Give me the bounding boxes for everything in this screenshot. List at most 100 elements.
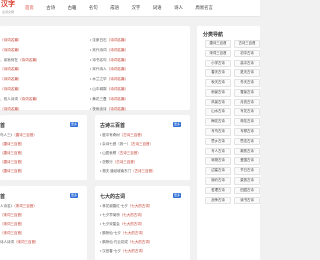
list-item[interactable]: （唐诗三百首） — [0, 142, 37, 151]
section-title: 首 — [0, 123, 6, 129]
featured-poems-left: （诗词名篇） （诗词名篇） ，亲翁何在（诗词名篇） （诗词名篇） （诗词名篇） … — [0, 38, 40, 116]
category-button[interactable]: 读书古诗 — [234, 196, 260, 205]
list-item[interactable]: • 鹊桥仙·七夕（七大的古词） — [100, 231, 152, 240]
category-button[interactable]: 节日古诗 — [234, 167, 260, 175]
category-button[interactable]: 思念古诗 — [234, 137, 260, 146]
list-item[interactable]: 诗人诗词（宋词三百首） — [0, 240, 39, 249]
category-button[interactable]: 写柳古诗 — [234, 128, 260, 136]
list-item[interactable]: （诗词名篇） — [0, 87, 40, 97]
category-button[interactable]: 咏物古诗 — [205, 157, 231, 165]
category-button[interactable]: 战争古诗 — [205, 196, 231, 205]
list-item[interactable]: （唐诗三百首） — [0, 160, 37, 169]
more-button[interactable]: 更多 — [70, 122, 79, 127]
more-button[interactable]: 更多 — [173, 193, 182, 198]
category-button[interactable]: 思乡古诗 — [205, 137, 231, 146]
list-item[interactable]: • 山中城郭（诗词名篇） — [90, 87, 128, 97]
category-button[interactable]: 哲理古诗 — [205, 186, 231, 195]
poem-list: 人诗名》（宋词三百首） （宋词三百首） （宋词三百首） （宋词三百首） 诗人诗词… — [0, 204, 39, 249]
category-button[interactable]: 田园古诗 — [234, 186, 260, 195]
list-item[interactable]: （宋词三百首） — [0, 213, 39, 222]
list-item[interactable]: • 湘夫 道经城南东门（古诗三百首） — [100, 169, 156, 178]
category-button[interactable]: 宋词三百首 — [205, 49, 231, 58]
nav-home[interactable]: 首页 — [25, 5, 34, 11]
category-button[interactable]: 春天古诗 — [205, 69, 231, 77]
poem-list: • 庭中有奇树（古诗三百首） • 杂诗七首（其一）（古诗三百首） • 山居秋暝（… — [100, 133, 156, 178]
category-button[interactable]: 婉约古诗 — [205, 176, 231, 185]
category-button[interactable]: 写鸟古诗 — [205, 128, 231, 136]
nav-words[interactable]: 词语 — [153, 5, 162, 11]
nav-characters[interactable]: 汉字 — [131, 5, 140, 11]
list-item[interactable]: （宋词三百首） — [0, 222, 39, 231]
category-button[interactable]: 边塞古诗 — [205, 167, 231, 175]
list-item[interactable]: • 山居秋暝（古诗三百首） — [100, 151, 156, 160]
featured-poems-card: （诗词名篇） （诗词名篇） ，亲翁何在（诗词名篇） （诗词名篇） （诗词名篇） … — [0, 26, 190, 111]
list-item[interactable]: • 鹊桥仙·巧云初成（七大的古词） — [100, 240, 152, 249]
more-button[interactable]: 更多 — [173, 122, 182, 127]
list-item[interactable]: • 诗书名句（诗词名篇） — [90, 58, 128, 68]
list-item[interactable]: • 沈家白石（诗词名篇） — [90, 38, 128, 48]
list-item[interactable]: • 木兰之华（诗词名篇） — [90, 77, 128, 87]
list-item[interactable]: • 七夕早菊桥（七大的古词） — [100, 213, 152, 222]
category-button[interactable]: 写花古诗 — [234, 108, 260, 117]
category-button[interactable]: 豪放古诗 — [234, 176, 260, 185]
category-navigation: 分类导航 唐诗三百首 古诗三百首 宋词三百首 初中古诗 小学古诗 高中古诗 春天… — [197, 26, 260, 260]
list-item[interactable]: （唐诗三百首） — [0, 169, 37, 178]
list-item[interactable]: • 宋代诗人（诗词名篇） — [90, 67, 128, 77]
category-button[interactable]: 梅花古诗 — [205, 118, 231, 126]
list-item[interactable]: ，亲翁何在（诗词名篇） — [0, 58, 40, 68]
list-item[interactable]: • 庭中有奇树（古诗三百首） — [100, 133, 156, 142]
category-button[interactable]: 雨景古诗 — [205, 88, 231, 97]
featured-poems-right: • 沈家白石（诗词名篇） • 宋代诗词（诗词名篇） • 诗书名句（诗词名篇） •… — [90, 38, 128, 116]
category-button[interactable]: 山水古诗 — [205, 108, 231, 117]
category-button[interactable]: 离别古诗 — [234, 147, 260, 156]
category-button[interactable]: 风景古诗 — [205, 98, 231, 107]
list-item[interactable]: （诗词名篇） — [0, 48, 40, 58]
nav-zhouyi-quotes[interactable]: 周易名言 — [195, 5, 213, 11]
category-button[interactable]: 夏天古诗 — [234, 69, 260, 77]
list-item[interactable]: • 黄花三叠（诗词名篇） — [90, 97, 128, 107]
poem-list: 鸟人三》（唐诗三百首） （唐诗三百首） （唐诗三百首） （唐诗三百首） （唐诗三… — [0, 133, 37, 178]
list-item[interactable]: • 七夕双星会（七大的古词） — [100, 222, 152, 231]
category-title: 分类导航 — [203, 32, 224, 38]
nav-poets[interactable]: 诗人 — [174, 5, 183, 11]
main-nav: 首页 古诗 古籍 名句 成语 汉字 词语 诗人 周易名言 — [25, 5, 225, 11]
poem-list: • 林花谢春红·七夕（七大的古词） • 七夕早菊桥（七大的古词） • 七夕双星会… — [100, 204, 152, 258]
list-item[interactable]: • 汉宫春·七夕（七大的古词） — [100, 249, 152, 258]
site-logo[interactable]: 汉字 古诗文网 — [0, 1, 20, 15]
category-button[interactable]: 月亮古诗 — [234, 98, 260, 107]
list-item[interactable]: • 宋代诗词（诗词名篇） — [90, 48, 128, 58]
category-button[interactable]: 爱国古诗 — [234, 157, 260, 165]
list-item[interactable]: （诗词名篇） — [0, 38, 40, 48]
nav-classics[interactable]: 古籍 — [68, 5, 77, 11]
category-button[interactable]: 荷花古诗 — [234, 118, 260, 126]
list-item[interactable]: • 怨歌行（古诗三百首） — [100, 160, 156, 169]
category-grid: 唐诗三百首 古诗三百首 宋词三百首 初中古诗 小学古诗 高中古诗 春天古诗 夏天… — [205, 40, 260, 205]
list-item[interactable]: （诗词名篇） — [0, 67, 40, 77]
nav-idioms[interactable]: 成语 — [110, 5, 119, 11]
section-title: 七大的古词 — [100, 194, 126, 200]
category-button[interactable]: 写人古诗 — [205, 147, 231, 156]
list-item[interactable]: • 杂诗七首（其一）（古诗三百首） — [100, 142, 156, 151]
ancient-poems-card: 古诗三百首 更多 • 庭中有奇树（古诗三百首） • 杂诗七首（其一）（古诗三百首… — [95, 115, 190, 180]
category-button[interactable]: 秋天古诗 — [205, 79, 231, 87]
logo-text: 汉字 — [1, 1, 15, 8]
category-button[interactable]: 冬天古诗 — [234, 79, 260, 87]
more-button[interactable]: 更多 — [70, 193, 79, 198]
category-button[interactable]: 唐诗三百首 — [205, 40, 231, 48]
category-button[interactable]: 小学古诗 — [205, 59, 231, 68]
list-item[interactable]: ，双人诗词（诗词名篇） — [0, 97, 40, 107]
qixi-poems-card: 七大的古词 更多 • 林花谢春红·七夕（七大的古词） • 七夕早菊桥（七大的古词… — [95, 186, 190, 260]
category-button[interactable]: 古诗三百首 — [234, 40, 260, 48]
list-item[interactable]: （唐诗三百首） — [0, 151, 37, 160]
list-item[interactable]: （宋词三百首） — [0, 231, 39, 240]
list-item[interactable]: （诗词名篇） — [0, 77, 40, 87]
nav-famous-lines[interactable]: 名句 — [89, 5, 98, 11]
category-button[interactable]: 雪景古诗 — [234, 88, 260, 97]
category-button[interactable]: 初中古诗 — [234, 49, 260, 58]
category-button[interactable]: 高中古诗 — [234, 59, 260, 68]
list-item[interactable]: 鸟人三》（唐诗三百首） — [0, 133, 37, 142]
list-item[interactable]: • 林花谢春红·七夕（七大的古词） — [100, 204, 152, 213]
tang-poems-card: 首 更多 鸟人三》（唐诗三百首） （唐诗三百首） （唐诗三百首） （唐诗三百首）… — [0, 115, 87, 180]
nav-poems[interactable]: 古诗 — [46, 5, 55, 11]
list-item[interactable]: 人诗名》（宋词三百首） — [0, 204, 39, 213]
